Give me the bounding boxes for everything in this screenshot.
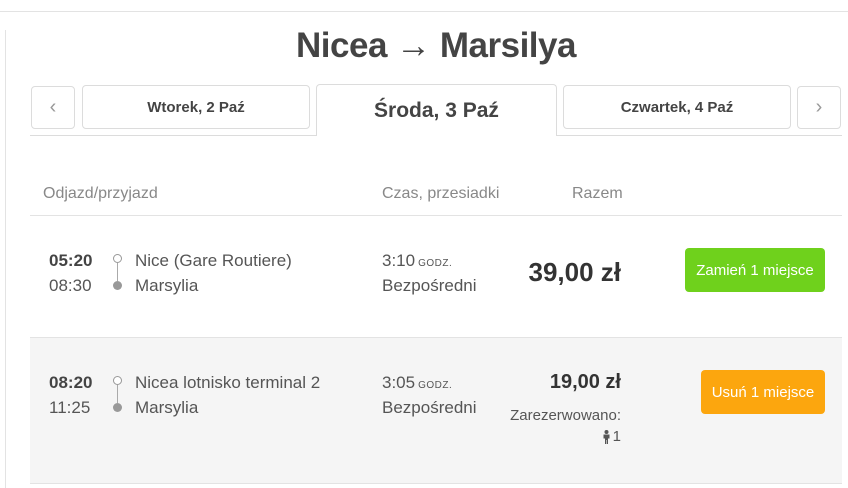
tab-label: Wtorek, 2 Paź (147, 98, 245, 116)
tab-label: Czwartek, 4 Paź (620, 98, 734, 116)
transfers: Bezpośredni (382, 398, 477, 417)
arrival-time: 11:25 (49, 398, 91, 417)
open-circle-icon (113, 376, 122, 385)
origin-stop: Nicea lotnisko terminal 2 (135, 373, 321, 392)
prev-day-button[interactable]: ‹ (31, 86, 75, 129)
departure-time: 08:20 (49, 373, 93, 392)
duration: 3:10 GODZ. (382, 251, 452, 271)
duration-unit: GODZ. (418, 380, 453, 391)
filled-circle-icon (113, 403, 122, 412)
duration-value: 3:10 (382, 251, 416, 270)
column-header-total: Razem (572, 185, 623, 202)
tab-label: Środa, 3 Paź (374, 98, 499, 122)
tab-wednesday-active[interactable]: Środa, 3 Paź (316, 84, 557, 136)
transfers: Bezpośredni (382, 276, 477, 295)
remove-seat-button[interactable]: Usuń 1 miejsce (701, 370, 825, 414)
route-title: Nicea → Marsilya (296, 26, 576, 65)
open-circle-icon (113, 254, 122, 263)
price: 19,00 zł (549, 371, 621, 393)
chevron-left-icon: ‹ (49, 96, 57, 118)
origin-stop: Nice (Gare Routiere) (135, 251, 292, 270)
destination-stop: Marsylia (135, 276, 199, 295)
trip-row: 05:20 08:30 Nice (Gare Routiere) Marsyli… (30, 216, 842, 337)
filled-circle-icon (113, 281, 122, 290)
trip-row: 08:20 11:25 Nicea lotnisko terminal 2 Ma… (30, 338, 842, 483)
destination-stop: Marsylia (135, 398, 199, 417)
tab-tuesday[interactable]: Wtorek, 2 Paź (82, 85, 310, 129)
next-day-button[interactable]: › (797, 86, 841, 129)
reserved-count: 1 (601, 428, 621, 445)
row-divider (30, 483, 842, 484)
tab-thursday[interactable]: Czwartek, 4 Paź (563, 85, 791, 129)
departure-time: 05:20 (49, 251, 93, 270)
reserved-label: Zarezerwowano: (510, 407, 621, 424)
duration-unit: GODZ. (418, 258, 453, 269)
duration: 3:05 GODZ. (382, 373, 452, 393)
left-divider (5, 30, 6, 488)
change-seat-button[interactable]: Zamień 1 miejsce (685, 248, 825, 292)
price: 39,00 zł (528, 257, 621, 287)
reserved-count-value: 1 (612, 428, 621, 445)
column-header-time-transfers: Czas, przesiadki (382, 185, 500, 202)
column-header-departure-arrival: Odjazd/przyjazd (43, 185, 158, 202)
person-icon (603, 429, 610, 444)
arrival-time: 08:30 (49, 276, 92, 295)
route-line (117, 385, 118, 403)
duration-value: 3:05 (382, 373, 416, 392)
route-line (117, 263, 118, 281)
top-divider (0, 11, 848, 12)
chevron-right-icon: › (815, 96, 823, 118)
